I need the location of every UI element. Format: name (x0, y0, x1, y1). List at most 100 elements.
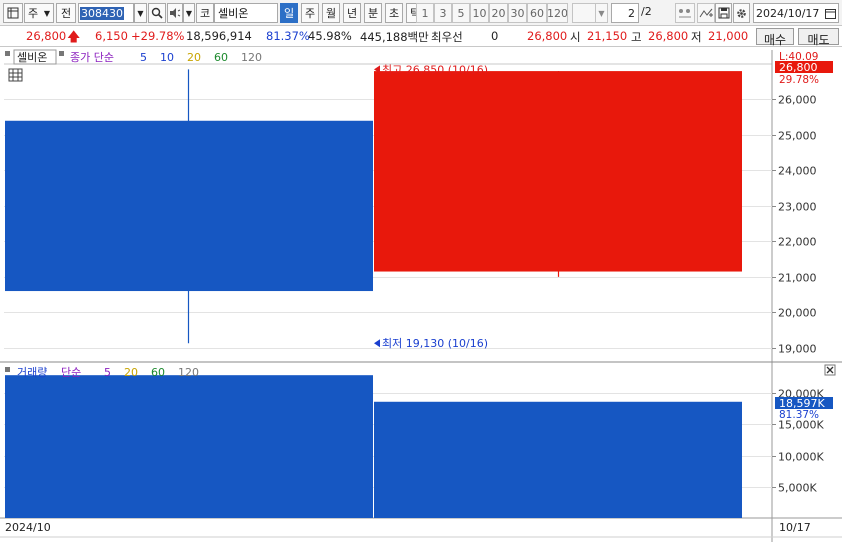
interval-button-5[interactable]: 30 (508, 3, 527, 23)
date-field[interactable]: 2024/10/17 (753, 3, 839, 23)
period-button-label: 주 (304, 7, 316, 20)
sell-label: 매도 (807, 33, 830, 47)
price-change: 6,150 (95, 29, 128, 43)
price-tick-label: 21,000 (778, 272, 817, 285)
interval-button-label: 3 (439, 6, 447, 20)
low-annotation-text: 최저 19,130 (10/16) (382, 337, 488, 350)
interval-button-2[interactable]: 5 (452, 3, 470, 23)
chevron-down-icon: ▼ (185, 8, 193, 18)
interval-button-7[interactable]: 120 (547, 3, 568, 23)
sell-button[interactable]: 매도 (798, 28, 839, 47)
period-button-5[interactable]: 초 (385, 3, 403, 23)
settings-button[interactable] (733, 3, 750, 23)
search-icon (151, 7, 163, 19)
market-button[interactable]: 코 (196, 3, 214, 23)
sound-dropdown-button[interactable]: ▼ (183, 3, 195, 23)
open-price: 21,150 (587, 29, 628, 43)
panel-handle-icon[interactable] (5, 51, 10, 56)
open-label: 시 (570, 30, 581, 44)
volume-bar (374, 401, 742, 518)
interval-button-3[interactable]: 10 (470, 3, 489, 23)
ma-period-label: 20 (124, 366, 138, 379)
interval-button-1[interactable]: 3 (434, 3, 452, 23)
buy-button[interactable]: 매수 (756, 28, 794, 47)
table-grid-icon[interactable] (8, 68, 23, 82)
price-tick-label: 26,000 (778, 94, 817, 107)
period-button-label: 일 (283, 7, 295, 20)
quote-bar: 26,800 🡅 6,150 +29.78% 18,596,914 81.37%… (0, 27, 842, 47)
page-number-field[interactable]: 2 (611, 3, 639, 23)
high-annotation: 최고 26,850 (10/16) (374, 63, 488, 76)
save-button[interactable] (715, 3, 732, 23)
period-type-select[interactable]: 주 ▼ (24, 3, 54, 23)
price-tick-label: 24,000 (778, 165, 817, 178)
priority-value: 0 (491, 29, 499, 43)
indicator-icon (679, 9, 691, 18)
volume-value: 18,596,914 (186, 29, 252, 43)
date-value: 2024/10/17 (756, 6, 820, 20)
ma-period-label: 120 (178, 366, 199, 379)
chart-canvas[interactable]: 19,000 20,000 21,000 22,000 23,000 24,000 25,0… (0, 48, 842, 542)
chart-menu-icon[interactable] (3, 3, 23, 23)
trade-amount: 445,188백만 (360, 30, 429, 44)
gear-icon (737, 8, 746, 18)
add-indicator-button[interactable] (697, 3, 715, 23)
period-button-4[interactable]: 분 (364, 3, 382, 23)
speaker-icon (170, 8, 181, 18)
prev-button[interactable]: 전 (56, 3, 76, 23)
volume-panel-title: 거래량 (17, 366, 47, 379)
panel-handle-icon[interactable] (59, 51, 64, 56)
chevron-down-icon: ▼ (137, 8, 144, 18)
interval-button-label: 10 (472, 6, 487, 20)
market-label: 코 (199, 7, 211, 20)
page-total: /2 (641, 5, 652, 18)
interval-button-label: 5 (457, 6, 465, 20)
volume-tick-label: 5,000K (778, 482, 817, 495)
interval-button-6[interactable]: 60 (527, 3, 547, 23)
stock-name-field[interactable]: 셀비온 (214, 3, 278, 23)
arrow-up-icon: 🡅 (67, 30, 81, 45)
volume-bar (5, 375, 373, 518)
period-button-label: 년 (346, 7, 358, 20)
period-button-3[interactable]: 년 (343, 3, 361, 23)
volume-ma-legend-prefix: 단순 (61, 366, 81, 379)
price-tick-label: 20,000 (778, 307, 817, 320)
period-button-2[interactable]: 월 (322, 3, 340, 23)
code-dropdown-button[interactable]: ▼ (134, 3, 147, 23)
sound-button[interactable] (167, 3, 183, 23)
period-button-1[interactable]: 주 (301, 3, 319, 23)
candle-body (5, 120, 373, 292)
chevron-down-icon: ▼ (598, 8, 605, 18)
price-tick-label: 23,000 (778, 201, 817, 214)
stock-code-value: 308430 (80, 6, 124, 20)
priority-price: 26,800 (527, 29, 568, 43)
price-tick-label: 19,000 (778, 343, 817, 356)
interval-button-label: 20 (491, 6, 506, 20)
chart-toolbar: 주 ▼ 전 308430 ▼ ▼ 코 셀비온 ▼ 2 /2 2024/10/17… (0, 0, 842, 26)
close-panel-icon[interactable] (824, 364, 836, 376)
save-icon (718, 7, 729, 19)
price-panel-name: 셀비온 (17, 51, 47, 64)
x-axis-end-label: 10/17 (779, 521, 811, 534)
ma-period-label: 20 (187, 51, 201, 64)
interval-custom-select[interactable] (572, 3, 596, 23)
chart-area[interactable]: 19,000 20,000 21,000 22,000 23,000 24,000 25,0… (0, 48, 842, 542)
volume-tick-label: 10,000K (778, 451, 824, 464)
period-button-label: 초 (388, 7, 400, 20)
low-annotation: 최저 19,130 (10/16) (374, 337, 488, 350)
interval-dropdown-button[interactable]: ▼ (595, 3, 608, 23)
interval-button-0[interactable]: 1 (416, 3, 434, 23)
price-ma-legend-prefix: 종가 단순 (70, 51, 114, 64)
ma-period-label: 60 (151, 366, 165, 379)
interval-button-4[interactable]: 20 (489, 3, 508, 23)
ma-period-label: 5 (104, 366, 111, 379)
chevron-down-icon: ▼ (43, 8, 50, 18)
calendar-icon (825, 8, 836, 19)
price-tick-label: 25,000 (778, 130, 817, 143)
stock-code-input[interactable]: 308430 (78, 3, 134, 23)
indicator-button[interactable] (675, 3, 695, 23)
search-button[interactable] (148, 3, 166, 23)
volume-ratio: 81.37% (266, 29, 310, 43)
period-button-0[interactable]: 일 (280, 3, 298, 23)
panel-handle-icon[interactable] (5, 367, 10, 372)
